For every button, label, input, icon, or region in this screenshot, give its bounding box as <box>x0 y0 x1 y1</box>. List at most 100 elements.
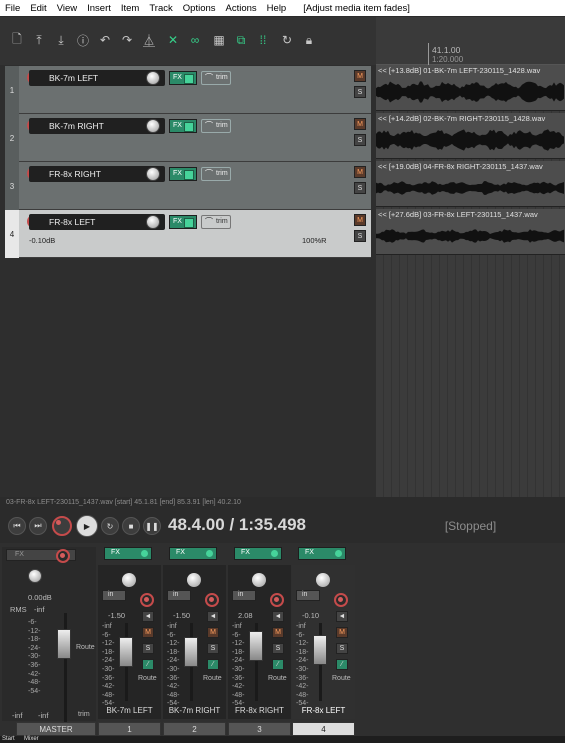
link-icon[interactable]: ∞ <box>186 31 204 49</box>
fx-button[interactable]: FX <box>169 215 197 229</box>
mute-button[interactable]: M <box>354 70 366 82</box>
input-button[interactable]: in <box>102 590 126 601</box>
render-icon[interactable]: ⤓ <box>52 31 70 49</box>
lock-icon[interactable]: 🔒︎ <box>300 31 318 49</box>
input-button[interactable]: in <box>232 590 256 601</box>
route-button[interactable]: Route <box>203 675 222 682</box>
record-button[interactable] <box>52 516 72 536</box>
route-button[interactable]: Route <box>268 675 287 682</box>
solo-button[interactable]: S <box>354 86 366 98</box>
snap-icon[interactable]: ⧉ <box>232 31 250 49</box>
mixer-strip[interactable]: FX in -1.50 ◄ -inf -6- -12- -18- -24- -30- -36… <box>98 547 161 719</box>
volume-fader[interactable] <box>119 637 133 667</box>
mixer-strip[interactable]: FX in 2.08 ◄ -inf -6- -12- -18- -24- -30- -36-… <box>228 547 291 719</box>
trim-button[interactable]: trim <box>201 119 231 133</box>
phase-icon[interactable]: ⁄ <box>336 659 348 670</box>
track-panel[interactable]: 2 BK-7m RIGHT FX trim M S <box>5 114 371 162</box>
strip-fx-button[interactable]: FX <box>298 547 346 560</box>
solo-button[interactable]: S <box>354 134 366 146</box>
repeat-button[interactable]: ↻ <box>101 517 119 535</box>
volume-knob[interactable] <box>146 167 160 181</box>
track-name[interactable]: BK-7m LEFT <box>29 70 165 86</box>
media-item[interactable]: << [+19.0dB] 04-FR-8x RIGHT-230115_1437.… <box>376 161 565 207</box>
volume-knob[interactable] <box>146 215 160 229</box>
menu-edit[interactable]: Edit <box>25 3 51 14</box>
mute-button[interactable]: M <box>354 118 366 130</box>
record-arm-button[interactable] <box>270 593 284 607</box>
mute-button[interactable]: M <box>354 214 366 226</box>
speaker-icon[interactable]: ◄ <box>336 611 348 622</box>
pan-knob[interactable] <box>122 573 136 587</box>
pan-knob[interactable] <box>316 573 330 587</box>
strip-fx-button[interactable]: FX <box>169 547 217 560</box>
media-item[interactable]: << [+13.8dB] 01-BK-7m LEFT-230115_1428.w… <box>376 65 565 111</box>
redo-icon[interactable]: ↷ <box>118 31 136 49</box>
strip-fx-button[interactable]: FX <box>234 547 282 560</box>
mute-button[interactable]: M <box>142 627 154 638</box>
undo-icon[interactable]: ↶ <box>96 31 114 49</box>
mute-button[interactable]: M <box>272 627 284 638</box>
trim-button[interactable]: trim <box>201 215 231 229</box>
volume-knob[interactable] <box>146 119 160 133</box>
phase-icon[interactable]: ⁄ <box>142 659 154 670</box>
solo-button[interactable]: S <box>336 643 348 654</box>
phase-icon[interactable]: ⁄ <box>207 659 219 670</box>
save-icon[interactable]: ⤒ <box>30 31 48 49</box>
speaker-icon[interactable]: ◄ <box>207 611 219 622</box>
volume-knob[interactable] <box>146 71 160 85</box>
track-panel[interactable]: 1 BK-7m LEFT FX trim M S <box>5 66 371 114</box>
go-to-start-button[interactable]: ⏮ <box>8 517 26 535</box>
new-project-icon[interactable]: 🗋 <box>8 31 26 49</box>
mixer-strip[interactable]: FX in -1.50 ◄ -inf -6- -12- -18- -24- -30- -36… <box>163 547 226 719</box>
fx-button[interactable]: FX <box>169 71 197 85</box>
fx-button[interactable]: FX <box>169 167 197 181</box>
grid-icon[interactable]: ▦ <box>210 31 228 49</box>
fx-button[interactable]: FX <box>169 119 197 133</box>
record-arm-button[interactable] <box>205 593 219 607</box>
mute-button[interactable]: M <box>207 627 219 638</box>
volume-fader[interactable] <box>184 637 198 667</box>
phase-icon[interactable]: ⁄ <box>272 659 284 670</box>
mute-button[interactable]: M <box>354 166 366 178</box>
strip-number[interactable]: 4 <box>292 722 355 736</box>
tab-mixer[interactable]: Mixer <box>24 736 39 742</box>
tab-start[interactable]: Start <box>2 736 15 742</box>
menu-track[interactable]: Track <box>144 3 177 14</box>
menu-insert[interactable]: Insert <box>82 3 116 14</box>
trim-button[interactable]: trim <box>201 71 231 85</box>
master-fader[interactable] <box>57 629 71 659</box>
info-icon[interactable]: ⓘ <box>74 31 92 49</box>
volume-fader[interactable] <box>249 631 263 661</box>
menu-help[interactable]: Help <box>262 3 292 14</box>
stop-button[interactable]: ■ <box>122 517 140 535</box>
strip-number[interactable]: 2 <box>163 722 226 736</box>
metronome-icon[interactable]: ⏅ <box>140 31 158 49</box>
track-name[interactable]: FR-8x LEFT <box>29 214 165 230</box>
menu-file[interactable]: File <box>0 3 25 14</box>
solo-button[interactable]: S <box>207 643 219 654</box>
solo-button[interactable]: S <box>142 643 154 654</box>
input-button[interactable]: in <box>296 590 320 601</box>
pause-button[interactable]: ❚❚ <box>143 517 161 535</box>
track-panel[interactable]: 3 FR-8x RIGHT FX trim M S <box>5 162 371 210</box>
track-panel-selected[interactable]: 4 FR-8x LEFT FX trim -0.10dB 100%R M S <box>5 210 371 258</box>
menu-options[interactable]: Options <box>178 3 221 14</box>
master-record-icon[interactable] <box>56 549 70 563</box>
media-item[interactable]: << [+14.2dB] 02-BK-7m RIGHT-230115_1428.… <box>376 113 565 159</box>
play-button[interactable]: ▶ <box>76 515 98 537</box>
menu-actions[interactable]: Actions <box>221 3 262 14</box>
ripple-icon[interactable]: ✕ <box>164 31 182 49</box>
master-strip[interactable]: FX 0.00dB RMS -inf -6- -12- -18- -24- -3… <box>2 547 96 723</box>
solo-button[interactable]: S <box>272 643 284 654</box>
strip-fx-button[interactable]: FX <box>104 547 152 560</box>
mixer-strip-selected[interactable]: FX in -0.10 ◄ -inf -6- -12- -18- -24- -30- -36… <box>292 547 355 719</box>
timeline-ruler[interactable]: 41.1.00 1:20.000 <box>376 17 565 65</box>
speaker-icon[interactable]: ◄ <box>272 611 284 622</box>
master-pan-knob[interactable] <box>28 569 42 583</box>
master-route-button[interactable]: Route <box>76 644 95 651</box>
solo-button[interactable]: S <box>354 230 366 242</box>
solo-button[interactable]: S <box>354 182 366 194</box>
input-button[interactable]: in <box>167 590 191 601</box>
record-arm-button[interactable] <box>334 593 348 607</box>
strip-number[interactable]: 1 <box>98 722 161 736</box>
